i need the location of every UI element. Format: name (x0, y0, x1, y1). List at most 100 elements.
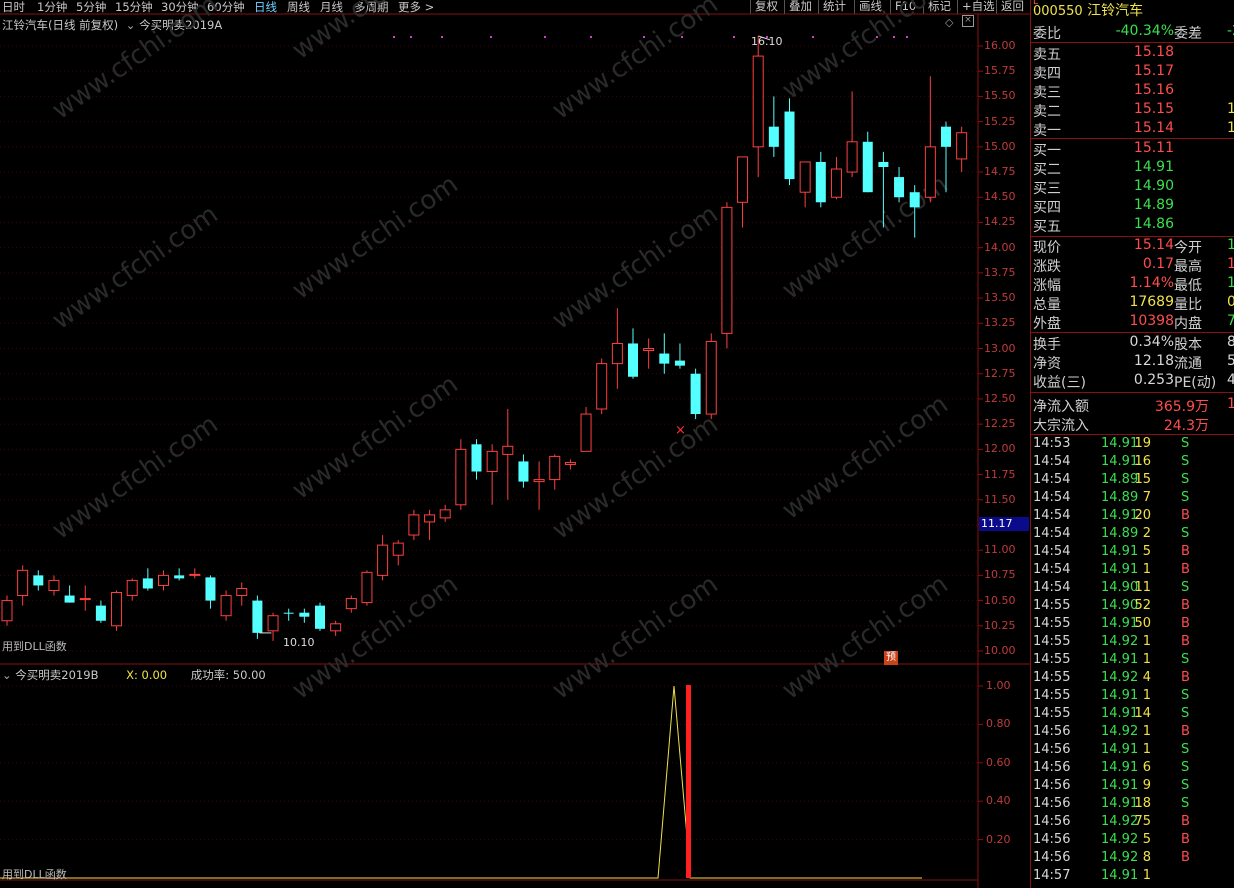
watermark: www.cfchi.com www.cfchi.com www.cfchi.com w… (47, 0, 954, 706)
stat-value: 12.18 (1133, 353, 1174, 369)
candle-body (878, 161, 889, 167)
candle (611, 308, 623, 389)
tick-row: 14:56 14.91 1 S (1033, 742, 1234, 760)
tick-side: S (1181, 778, 1190, 793)
candle-body (471, 444, 482, 472)
candle-body (705, 340, 717, 415)
weibi-value: -40.34% (1115, 23, 1174, 39)
close-icon[interactable]: × (962, 15, 974, 27)
forecast-badge[interactable]: 预 (884, 651, 898, 665)
candle-body (674, 360, 685, 366)
sub-indicator-dropdown-icon[interactable]: ⌄ (2, 668, 12, 682)
kline-chart[interactable]: www.cfchi.com www.cfchi.com www.cfchi.com w… (0, 0, 1030, 888)
oscillator-axis-label: 0.20 (986, 832, 1011, 846)
candle-body (17, 569, 29, 597)
dll-note-sub: 用到DLL函数 (2, 868, 67, 881)
candle-body (815, 161, 826, 203)
tick-side: B (1181, 616, 1190, 631)
tick-row: 14:55 14.91 14 S (1033, 706, 1234, 724)
price-axis-label: 12.00 (984, 442, 1016, 456)
candle (721, 202, 733, 349)
tick-row: 14:56 14.92 1 B (1033, 724, 1234, 742)
tick-volume: 18 (1134, 796, 1151, 811)
tick-side: S (1181, 436, 1190, 451)
signal-dot (410, 36, 412, 38)
tick-price: 14.92 (1101, 634, 1139, 649)
bid-price: 14.89 (1133, 197, 1174, 213)
candle-body (611, 342, 623, 365)
tick-side: B (1181, 850, 1190, 865)
candle (533, 461, 545, 510)
bid-row: 买四 14.89 (1033, 197, 1234, 216)
tick-volume: 2 (1142, 526, 1151, 541)
candle-body (439, 509, 451, 519)
tick-row: 14:55 14.92 4 B (1033, 670, 1234, 688)
weicha-label: 委差 (1174, 26, 1202, 42)
tick-side: S (1181, 652, 1190, 667)
tick-price: 14.91 (1101, 616, 1139, 631)
tick-time: 14:56 (1033, 760, 1071, 775)
stat-label: PE(动) (1174, 375, 1217, 391)
tick-row: 14:54 14.91 20 B (1033, 508, 1234, 526)
ask-price: 15.17 (1133, 63, 1174, 79)
candle-body (941, 126, 951, 147)
candle-body (518, 461, 529, 482)
tick-price: 14.91 (1101, 508, 1139, 523)
candle (220, 590, 232, 621)
price-axis-label: 15.25 (984, 114, 1016, 128)
tick-volume: 1 (1142, 724, 1151, 739)
candle (502, 409, 514, 500)
tick-time: 14:56 (1033, 778, 1071, 793)
tick-price: 14.90 (1101, 580, 1139, 595)
price-axis-label: 10.50 (984, 593, 1016, 607)
candle-body (424, 514, 436, 523)
stat-label: 收益(三) (1033, 375, 1086, 391)
tick-row: 14:53 14.91 19 S (1033, 436, 1234, 454)
bid-price: 14.86 (1133, 216, 1174, 232)
divider (1031, 332, 1234, 333)
tick-row: 14:54 14.89 2 S (1033, 526, 1234, 544)
candle (471, 439, 482, 480)
stat-value: 15.14 (1133, 237, 1174, 253)
sub-indicator-name[interactable]: 今买明卖2019B (15, 668, 98, 682)
flow-label: 净流入额 (1033, 399, 1089, 415)
signal-dot (643, 36, 645, 38)
tick-side: B (1181, 544, 1190, 559)
oscillator-bar (686, 685, 691, 878)
candle (95, 600, 106, 623)
candle-body (1, 600, 13, 622)
candle (737, 156, 749, 228)
ask-label: 卖一 (1033, 123, 1061, 139)
tick-side: B (1181, 724, 1190, 739)
candle-body (862, 141, 873, 193)
tick-time: 14:54 (1033, 472, 1071, 487)
tick-time: 14:55 (1033, 670, 1071, 685)
stat-row: 涨跌 0.17最高 15. (1033, 256, 1234, 275)
candle-body (846, 141, 858, 173)
tick-price: 14.91 (1101, 706, 1139, 721)
tick-volume: 52 (1134, 598, 1151, 613)
candle-body (830, 168, 842, 198)
price-axis-label: 14.00 (984, 240, 1016, 254)
candle (628, 328, 638, 379)
candle (111, 590, 123, 631)
candle-body (455, 448, 467, 506)
candle (142, 568, 153, 591)
tick-row: 14:56 14.92 75 B (1033, 814, 1234, 832)
stat-label: 换手 (1033, 337, 1061, 353)
candle (126, 578, 138, 601)
tick-side: S (1181, 490, 1190, 505)
svg-text:www.cfchi.com: www.cfchi.com (777, 0, 954, 106)
tick-side: S (1181, 706, 1190, 721)
tick-price: 14.90 (1101, 598, 1139, 613)
bid-row: 买五 14.86 (1033, 216, 1234, 235)
tick-price: 14.91 (1101, 454, 1139, 469)
stat-label: 量比 (1174, 297, 1202, 313)
diamond-icon[interactable]: ◇ (945, 16, 953, 29)
svg-text:www.cfchi.com: www.cfchi.com (777, 389, 954, 525)
signal-dot (393, 36, 395, 38)
candle (158, 570, 169, 591)
tick-price: 14.89 (1101, 526, 1139, 541)
oscillator-axis-label: 1.00 (986, 679, 1011, 692)
ask-label: 卖五 (1033, 47, 1061, 63)
